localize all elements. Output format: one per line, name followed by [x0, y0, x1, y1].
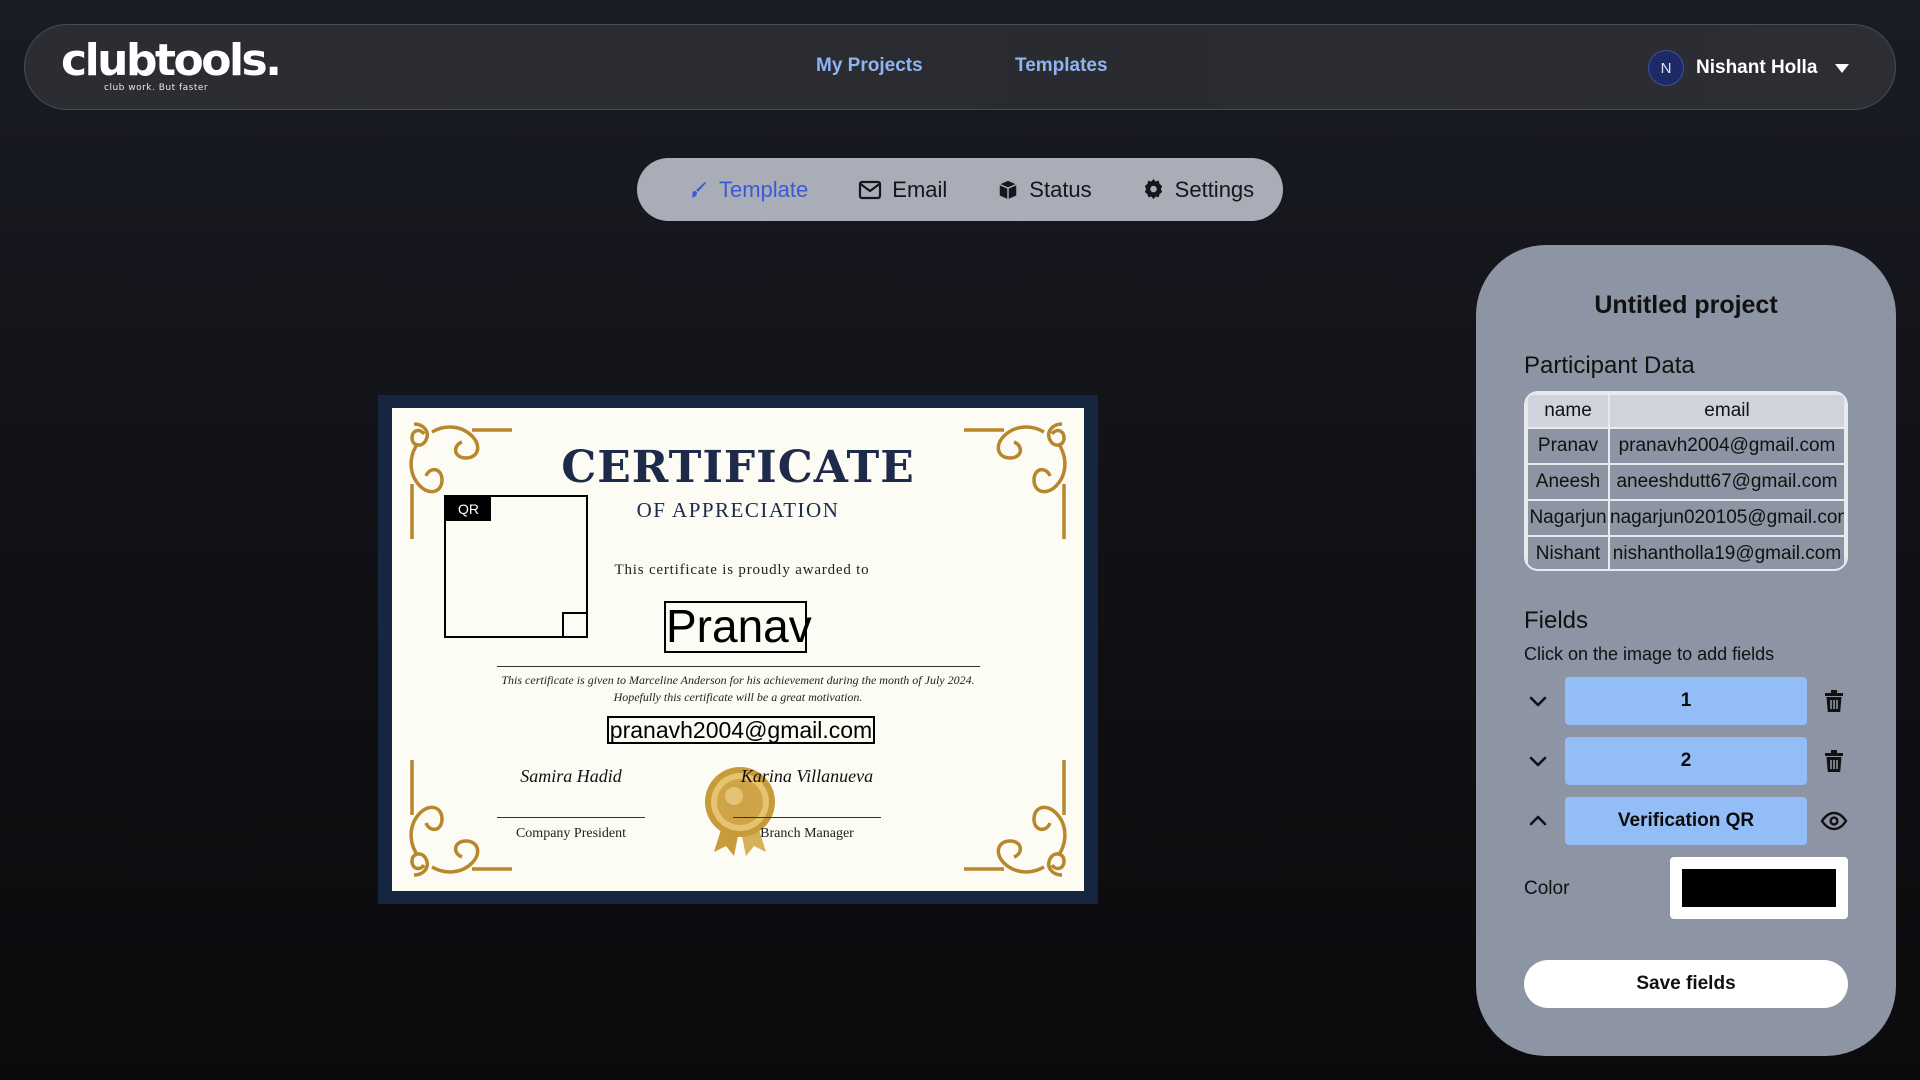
certificate-body-text: This certificate is given to Marceline A… [501, 673, 975, 704]
table-cell-email: nagarjun020105@gmail.com [1608, 499, 1846, 537]
user-menu[interactable]: N Nishant Holla [1648, 49, 1850, 87]
participant-data-heading: Participant Data [1524, 352, 1695, 379]
divider [497, 666, 980, 667]
table-cell-name: Nagarjun [1526, 499, 1610, 537]
table-cell-email: nishantholla19@gmail.com [1608, 535, 1846, 569]
tab-template[interactable]: Template [687, 177, 808, 203]
field-button[interactable]: 1 [1565, 677, 1807, 725]
table-row: Nishant nishantholla19@gmail.com [1526, 535, 1846, 569]
tab-label: Email [892, 176, 948, 202]
signature-left: Samira Hadid [520, 766, 622, 786]
participant-table: name email Pranav pranavh2004@gmail.com … [1524, 391, 1848, 571]
chevron-down-icon[interactable] [1524, 687, 1552, 715]
tab-label: Settings [1174, 176, 1255, 202]
caret-down-icon[interactable] [1835, 63, 1850, 73]
project-panel: Untitled project Participant Data name e… [1476, 245, 1896, 1056]
user-name[interactable]: Nishant Holla [1696, 57, 1817, 79]
email-field-box[interactable]: pranavh2004@gmail.com [607, 716, 875, 744]
tab-email[interactable]: Email [858, 177, 947, 203]
certificate-title: CERTIFICATE [561, 442, 915, 493]
logo-text: clubtools. [61, 35, 282, 86]
fields-heading: Fields [1524, 607, 1589, 634]
avatar[interactable]: N [1648, 50, 1684, 86]
field-item: 1 [1524, 677, 1848, 725]
table-cell-email: pranavh2004@gmail.com [1608, 427, 1846, 465]
table-row: Pranav pranavh2004@gmail.com [1526, 427, 1846, 465]
table-cell-name: Pranav [1526, 427, 1610, 465]
field-item: 2 [1524, 737, 1848, 785]
tab-label: Status [1029, 176, 1092, 202]
save-fields-button[interactable]: Save fields [1524, 960, 1848, 1008]
eye-icon[interactable] [1820, 807, 1848, 835]
tab-label: Template [719, 176, 809, 202]
field-button[interactable]: 2 [1565, 737, 1807, 785]
table-header-name: name [1526, 393, 1610, 429]
logo-tagline: club work. But faster [104, 83, 209, 93]
table-row: Nagarjun nagarjun020105@gmail.com [1526, 499, 1846, 537]
mail-icon [859, 180, 882, 199]
color-label: Color [1524, 878, 1570, 899]
tab-status[interactable]: Status [997, 176, 1092, 203]
field-item: Verification QR [1524, 797, 1848, 845]
table-header-email: email [1608, 393, 1846, 429]
signature-role-right: Branch Manager [760, 826, 854, 841]
trash-icon[interactable] [1820, 687, 1848, 715]
table-cell-name: Aneesh [1526, 463, 1610, 501]
nav-my-projects[interactable]: My Projects [816, 55, 923, 77]
qr-field-label: QR [446, 497, 491, 521]
corner-ornament-bottom-right [964, 760, 1067, 877]
chevron-down-icon[interactable] [1524, 747, 1552, 775]
fields-hint: Click on the image to add fields [1524, 644, 1775, 664]
name-field-box[interactable]: Pranav [664, 601, 812, 653]
signature-line [733, 817, 881, 818]
clubtools-logo[interactable]: clubtools. club work. But faster [61, 35, 282, 97]
trash-icon[interactable] [1820, 747, 1848, 775]
certificate-canvas[interactable]: CERTIFICATE OF APPRECIATION QR This cert… [378, 395, 1098, 904]
table-cell-email: aneeshdutt67@gmail.com [1608, 463, 1846, 501]
certificate-image[interactable]: CERTIFICATE OF APPRECIATION QR This cert… [392, 408, 1084, 891]
brush-icon [691, 181, 707, 197]
color-picker[interactable] [1670, 857, 1848, 919]
color-preview [1682, 869, 1836, 907]
table-row: Aneesh aneeshdutt67@gmail.com [1526, 463, 1846, 501]
signature-role-left: Company President [515, 826, 627, 841]
top-navbar: clubtools. club work. But faster My Proj… [24, 24, 1896, 110]
editor-tabbar: Template Email Status Settings [637, 158, 1283, 221]
chevron-up-icon[interactable] [1524, 807, 1552, 835]
field-button[interactable]: Verification QR [1565, 797, 1807, 845]
signature-line [497, 817, 645, 818]
tab-settings[interactable]: Settings [1142, 176, 1255, 203]
box-icon [999, 180, 1017, 199]
nav-templates[interactable]: Templates [1015, 55, 1108, 77]
signature-right: Karina Villanueva [740, 766, 874, 786]
table-cell-name: Nishant [1526, 535, 1610, 569]
resize-handle[interactable] [562, 612, 586, 636]
project-title: Untitled project [1594, 291, 1778, 319]
gear-icon [1144, 178, 1162, 200]
awarded-text: This certificate is proudly awarded to [614, 562, 870, 578]
